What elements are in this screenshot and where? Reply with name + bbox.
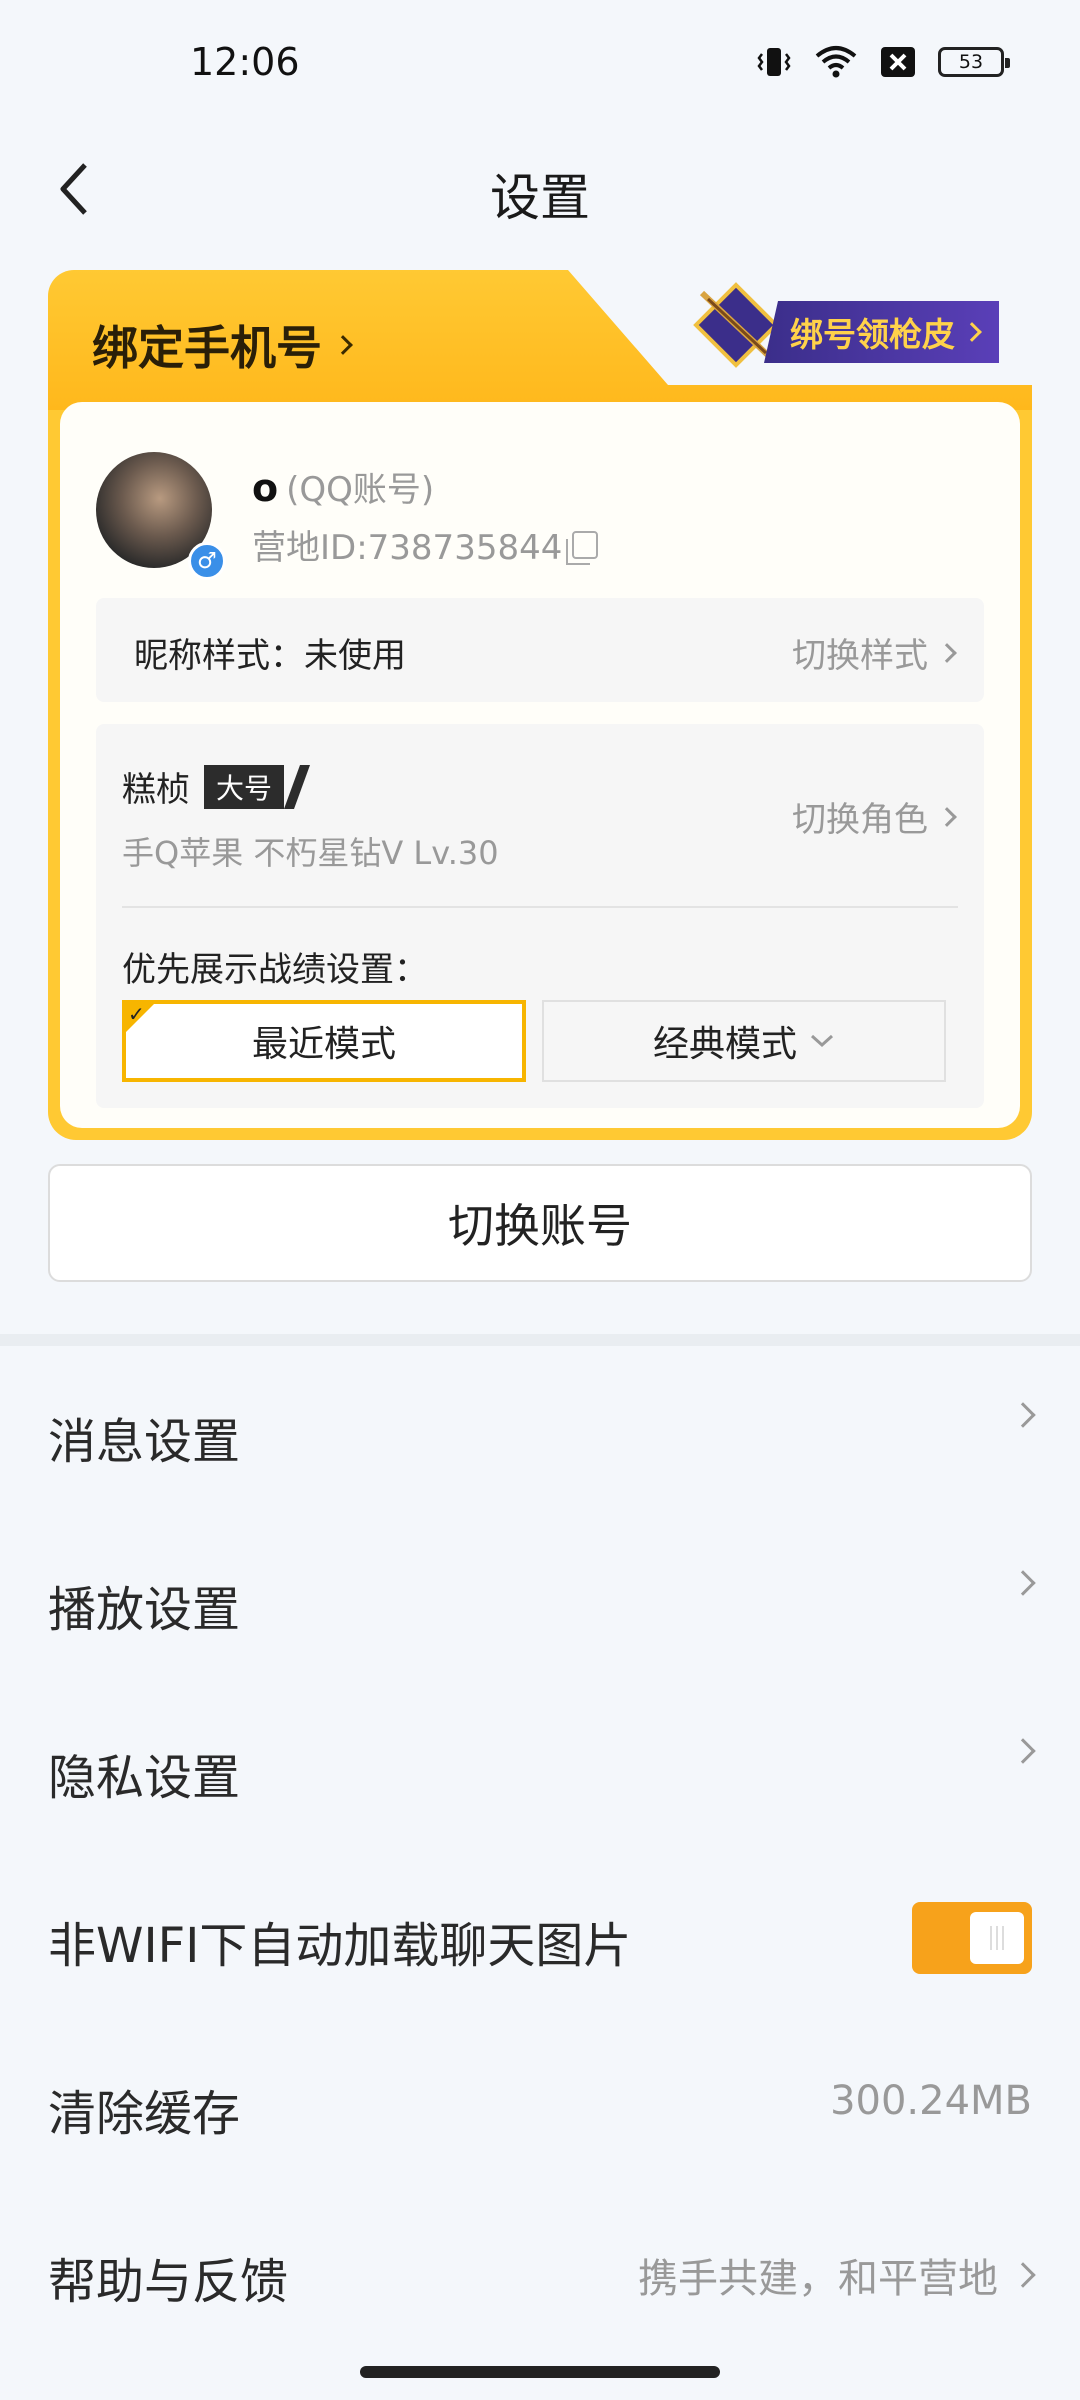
toggle-knob bbox=[970, 1912, 1024, 1964]
main-account-badge: 大号 bbox=[204, 764, 285, 809]
clear-cache-row[interactable]: 清除缓存 300.24MB bbox=[0, 2018, 1080, 2186]
wifi-icon bbox=[815, 46, 857, 78]
chevron-right-icon bbox=[962, 322, 982, 342]
auto-load-images-label: 非WIFI下自动加载聊天图片 bbox=[48, 1918, 632, 1974]
privacy-settings-label: 隐私设置 bbox=[48, 1750, 241, 1806]
checkmark-icon: ✓ bbox=[128, 1002, 145, 1026]
row-right bbox=[1010, 1402, 1036, 1428]
switch-account-label: 切换账号 bbox=[448, 1199, 632, 1253]
camp-id-row: 营地ID:738735844 bbox=[252, 520, 599, 569]
role-name: 糕桢 bbox=[122, 770, 190, 810]
battery-icon: 53 bbox=[938, 47, 1010, 77]
row-right bbox=[1010, 1570, 1036, 1596]
switch-style-label: 切换样式 bbox=[792, 636, 928, 676]
cache-size: 300.24MB bbox=[830, 2078, 1032, 2124]
section-divider bbox=[0, 1334, 1080, 1346]
classic-mode-dropdown[interactable]: 经典模式 bbox=[542, 1000, 946, 1082]
male-gender-icon: ♂ bbox=[188, 542, 226, 580]
privacy-settings-row[interactable]: 隐私设置 bbox=[0, 1682, 1080, 1850]
switch-role-button[interactable]: 切换角色 bbox=[792, 792, 957, 841]
chevron-right-icon bbox=[333, 335, 353, 355]
settings-list: 消息设置 播放设置 隐私设置 非WIFI下自动加载聊天图片 清除缓存 300.2… bbox=[0, 1346, 1080, 2354]
sim-off-icon bbox=[881, 47, 915, 77]
bind-phone-link[interactable]: 绑定手机号 bbox=[92, 312, 353, 378]
help-feedback-hint: 携手共建，和平营地 bbox=[638, 2256, 998, 2302]
user-name-row: o (QQ账号) bbox=[252, 462, 434, 511]
switch-account-button[interactable]: 切换账号 bbox=[48, 1164, 1032, 1282]
role-section: 糕桢 大号 手Q苹果 不朽星钻V Lv.30 切换角色 优先展示战绩设置： ✓ … bbox=[96, 724, 984, 1108]
classic-mode-label: 经典模式 bbox=[652, 1024, 797, 1065]
role-subtitle: 手Q苹果 不朽星钻V Lv.30 bbox=[122, 834, 499, 872]
chevron-right-icon bbox=[937, 642, 957, 663]
bind-reward-banner[interactable]: 绑号领枪皮 bbox=[688, 282, 1018, 368]
role-name-row: 糕桢 大号 bbox=[122, 762, 285, 811]
recent-mode-label: 最近模式 bbox=[251, 1024, 396, 1065]
bind-reward-tag: 绑号领枪皮 bbox=[764, 301, 999, 363]
auto-load-images-row: 非WIFI下自动加载聊天图片 bbox=[0, 1850, 1080, 2018]
status-bar: 12:06 53 bbox=[0, 0, 1080, 130]
chevron-down-icon bbox=[810, 1034, 834, 1048]
chevron-right-icon bbox=[1010, 1570, 1036, 1596]
chevron-right-icon bbox=[937, 806, 957, 827]
account-type: (QQ账号) bbox=[286, 470, 435, 510]
user-name: o bbox=[252, 466, 279, 510]
help-feedback-row[interactable]: 帮助与反馈 携手共建，和平营地 bbox=[0, 2186, 1080, 2354]
auto-load-images-toggle[interactable] bbox=[912, 1902, 1032, 1974]
account-card: 绑定手机号 绑号领枪皮 ♂ o (QQ账号) 营地ID:738735844 昵称… bbox=[48, 270, 1032, 1140]
status-time: 12:06 bbox=[190, 40, 300, 84]
divider bbox=[122, 906, 958, 908]
row-right: 携手共建，和平营地 bbox=[638, 2246, 1036, 2304]
priority-display-label: 优先展示战绩设置： bbox=[122, 950, 428, 990]
home-indicator[interactable] bbox=[360, 2366, 720, 2378]
camp-id: 营地ID:738735844 bbox=[252, 528, 563, 568]
chevron-right-icon bbox=[1010, 1402, 1036, 1428]
nickname-style-label: 昵称样式：未使用 bbox=[134, 636, 406, 676]
copy-icon[interactable] bbox=[566, 530, 599, 565]
message-settings-label: 消息设置 bbox=[48, 1414, 241, 1470]
chevron-right-icon bbox=[1010, 2262, 1036, 2288]
nickname-style-row[interactable]: 昵称样式：未使用 切换样式 bbox=[96, 598, 984, 702]
bind-reward-label: 绑号领枪皮 bbox=[790, 315, 955, 354]
playback-settings-label: 播放设置 bbox=[48, 1582, 241, 1638]
page-title: 设置 bbox=[490, 169, 590, 227]
header: 设置 bbox=[0, 130, 1080, 250]
bind-phone-label: 绑定手机号 bbox=[92, 321, 322, 375]
card-body: ♂ o (QQ账号) 营地ID:738735844 昵称样式：未使用 切换样式 … bbox=[60, 402, 1020, 1128]
playback-settings-row[interactable]: 播放设置 bbox=[0, 1514, 1080, 1682]
battery-level: 53 bbox=[958, 51, 984, 73]
clear-cache-label: 清除缓存 bbox=[48, 2086, 241, 2142]
message-settings-row[interactable]: 消息设置 bbox=[0, 1346, 1080, 1514]
switch-style-button[interactable]: 切换样式 bbox=[792, 628, 957, 677]
vibrate-icon bbox=[757, 48, 791, 76]
switch-role-label: 切换角色 bbox=[792, 800, 928, 840]
help-feedback-label: 帮助与反馈 bbox=[48, 2254, 289, 2310]
row-right bbox=[1010, 1738, 1036, 1764]
settings-page: 12:06 53 设置 绑定手机号 绑号领枪皮 ♂ o (QQ账号) 营地ID:… bbox=[0, 0, 1080, 2400]
recent-mode-button[interactable]: ✓ 最近模式 bbox=[122, 1000, 526, 1082]
status-icons: 53 bbox=[756, 44, 1010, 80]
chevron-right-icon bbox=[1010, 1738, 1036, 1764]
